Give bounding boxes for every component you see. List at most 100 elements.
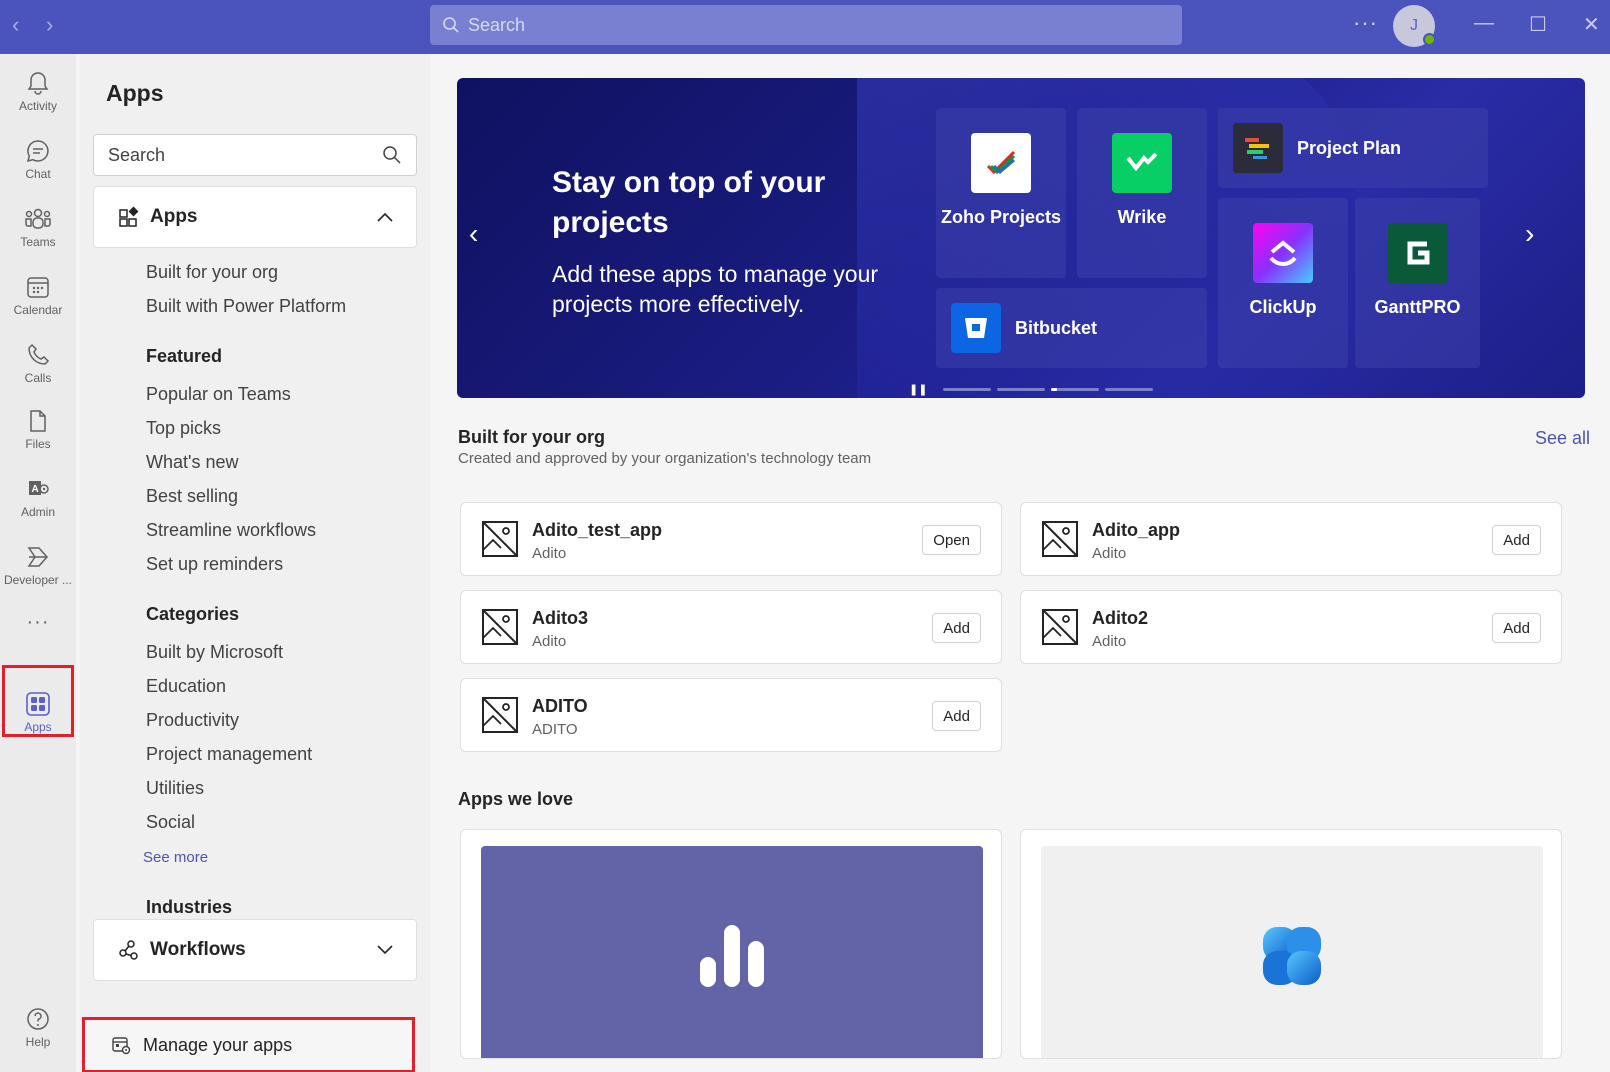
- rail-label: Files: [25, 436, 51, 451]
- carousel-dot[interactable]: [943, 388, 992, 391]
- svg-text:A: A: [32, 484, 39, 495]
- rail-label: Help: [25, 1034, 51, 1049]
- nav-project-management[interactable]: Project management: [146, 744, 312, 765]
- nav-social[interactable]: Social: [146, 812, 195, 833]
- rail-item-chat[interactable]: Chat: [0, 126, 76, 192]
- nav-built-with-power-platform[interactable]: Built with Power Platform: [146, 296, 346, 317]
- global-search-placeholder: Search: [468, 14, 526, 35]
- app-card[interactable]: Adito3 Adito Add: [460, 590, 1002, 664]
- app-card[interactable]: Adito2 Adito Add: [1020, 590, 1562, 664]
- apps-section-label: Apps: [150, 206, 198, 227]
- nav-built-for-your-org[interactable]: Built for your org: [146, 262, 278, 283]
- carousel-indicators: ❚❚: [909, 383, 1154, 396]
- global-search-input[interactable]: Search: [430, 5, 1182, 45]
- see-more-link[interactable]: See more: [143, 849, 208, 866]
- nav-productivity[interactable]: Productivity: [146, 710, 239, 731]
- rail-more-icon[interactable]: ···: [0, 602, 76, 642]
- apps-add-icon: [119, 206, 139, 227]
- app-card[interactable]: ADITO ADITO Add: [460, 678, 1002, 752]
- chevron-down-icon[interactable]: [376, 944, 394, 956]
- file-icon: [30, 409, 46, 432]
- rail-item-help[interactable]: Help: [0, 994, 76, 1060]
- rail-item-calls[interactable]: Calls: [0, 330, 76, 396]
- nav-built-by-microsoft[interactable]: Built by Microsoft: [146, 642, 283, 663]
- add-app-button[interactable]: Add: [932, 701, 981, 731]
- app-name: Adito_app: [1092, 520, 1180, 540]
- hero-tile-zoho[interactable]: Zoho Projects: [936, 108, 1066, 278]
- nav-streamline-workflows[interactable]: Streamline workflows: [146, 520, 316, 541]
- avatar-initial: J: [1410, 17, 1418, 34]
- nav-education[interactable]: Education: [146, 676, 226, 697]
- main-content: ‹ › Stay on top of your projects Add the…: [432, 54, 1610, 1072]
- carousel-prev-icon[interactable]: ‹: [469, 218, 478, 250]
- rail-item-teams[interactable]: Teams: [0, 194, 76, 260]
- rail-item-admin[interactable]: A Admin: [0, 464, 76, 530]
- manage-your-apps-label: Manage your apps: [143, 1034, 293, 1055]
- tile-label: ClickUp: [1249, 297, 1317, 317]
- manage-your-apps-button[interactable]: Manage your apps: [82, 1017, 415, 1072]
- see-all-link[interactable]: See all: [1535, 428, 1590, 449]
- minimize-icon[interactable]: —: [1474, 12, 1494, 35]
- nav-utilities[interactable]: Utilities: [146, 778, 204, 799]
- app-publisher: Adito: [532, 545, 567, 562]
- nav-best-selling[interactable]: Best selling: [146, 486, 238, 507]
- hero-tile-wrike[interactable]: Wrike: [1077, 108, 1207, 278]
- rail-label: Activity: [18, 98, 57, 113]
- workflows-section-header[interactable]: Workflows: [93, 919, 417, 981]
- app-name: Adito3: [532, 608, 588, 628]
- rail-item-files[interactable]: Files: [0, 396, 76, 462]
- back-arrow-icon[interactable]: ‹: [12, 12, 19, 38]
- app-publisher: Adito: [532, 633, 567, 650]
- add-app-button[interactable]: Add: [1492, 525, 1541, 555]
- nav-set-up-reminders[interactable]: Set up reminders: [146, 554, 283, 575]
- featured-app-card[interactable]: [460, 829, 1002, 1059]
- hero-tile-ganttpro[interactable]: GanttPRO: [1355, 198, 1480, 368]
- nav-whats-new[interactable]: What's new: [146, 452, 238, 473]
- nav-top-picks[interactable]: Top picks: [146, 418, 221, 439]
- chevron-up-icon[interactable]: [376, 211, 394, 223]
- carousel-next-icon[interactable]: ›: [1525, 218, 1534, 250]
- hero-title: Stay on top of your projects: [552, 166, 826, 239]
- rail-label: Teams: [20, 234, 56, 249]
- nav-popular-on-teams[interactable]: Popular on Teams: [146, 384, 291, 405]
- app-rail: Activity Chat Teams Calendar Calls Files…: [0, 54, 76, 1072]
- forward-arrow-icon[interactable]: ›: [46, 12, 53, 38]
- search-icon[interactable]: [382, 145, 402, 165]
- rail-item-activity[interactable]: Activity: [0, 58, 76, 124]
- add-app-button[interactable]: Add: [1492, 613, 1541, 643]
- teams-icon: [25, 208, 51, 229]
- broken-image-icon: [482, 609, 518, 645]
- apps-we-love-title: Apps we love: [458, 789, 574, 809]
- clickup-logo-icon: [1253, 223, 1313, 283]
- apps-section-header[interactable]: Apps: [93, 186, 417, 248]
- avatar[interactable]: J: [1393, 5, 1436, 47]
- apps-search-input[interactable]: Search: [93, 134, 417, 176]
- add-app-button[interactable]: Add: [932, 613, 981, 643]
- rail-label: Developer ...: [3, 572, 73, 587]
- industries-heading: Industries: [146, 897, 233, 917]
- app-card[interactable]: Adito_test_app Adito Open: [460, 502, 1002, 576]
- viva-logo-icon: [1263, 927, 1321, 985]
- app-publisher: ADITO: [532, 721, 578, 738]
- hero-tile-bitbucket[interactable]: Bitbucket: [936, 288, 1207, 368]
- open-app-button[interactable]: Open: [922, 525, 981, 555]
- pause-icon[interactable]: ❚❚: [909, 383, 927, 396]
- more-options-icon[interactable]: ···: [1353, 10, 1378, 36]
- app-card[interactable]: Adito_app Adito Add: [1020, 502, 1562, 576]
- ganttpro-logo-icon: [1387, 223, 1448, 283]
- close-window-icon[interactable]: ✕: [1583, 12, 1600, 37]
- broken-image-icon: [1042, 521, 1078, 557]
- hero-carousel: ‹ › Stay on top of your projects Add the…: [457, 78, 1585, 398]
- carousel-dot-active[interactable]: [1051, 388, 1100, 391]
- hero-tile-project-plan[interactable]: Project Plan: [1218, 108, 1488, 188]
- workflows-icon: [119, 940, 138, 960]
- carousel-dot[interactable]: [997, 388, 1046, 391]
- carousel-dot[interactable]: [1105, 388, 1154, 391]
- featured-app-card[interactable]: [1020, 829, 1562, 1059]
- rail-item-developer[interactable]: Developer ...: [0, 532, 76, 598]
- rail-item-calendar[interactable]: Calendar: [0, 262, 76, 328]
- app-publisher: Adito: [1092, 633, 1127, 650]
- bitbucket-logo-icon: [951, 303, 1001, 353]
- hero-tile-clickup[interactable]: ClickUp: [1218, 198, 1348, 368]
- maximize-icon[interactable]: ☐: [1529, 12, 1547, 37]
